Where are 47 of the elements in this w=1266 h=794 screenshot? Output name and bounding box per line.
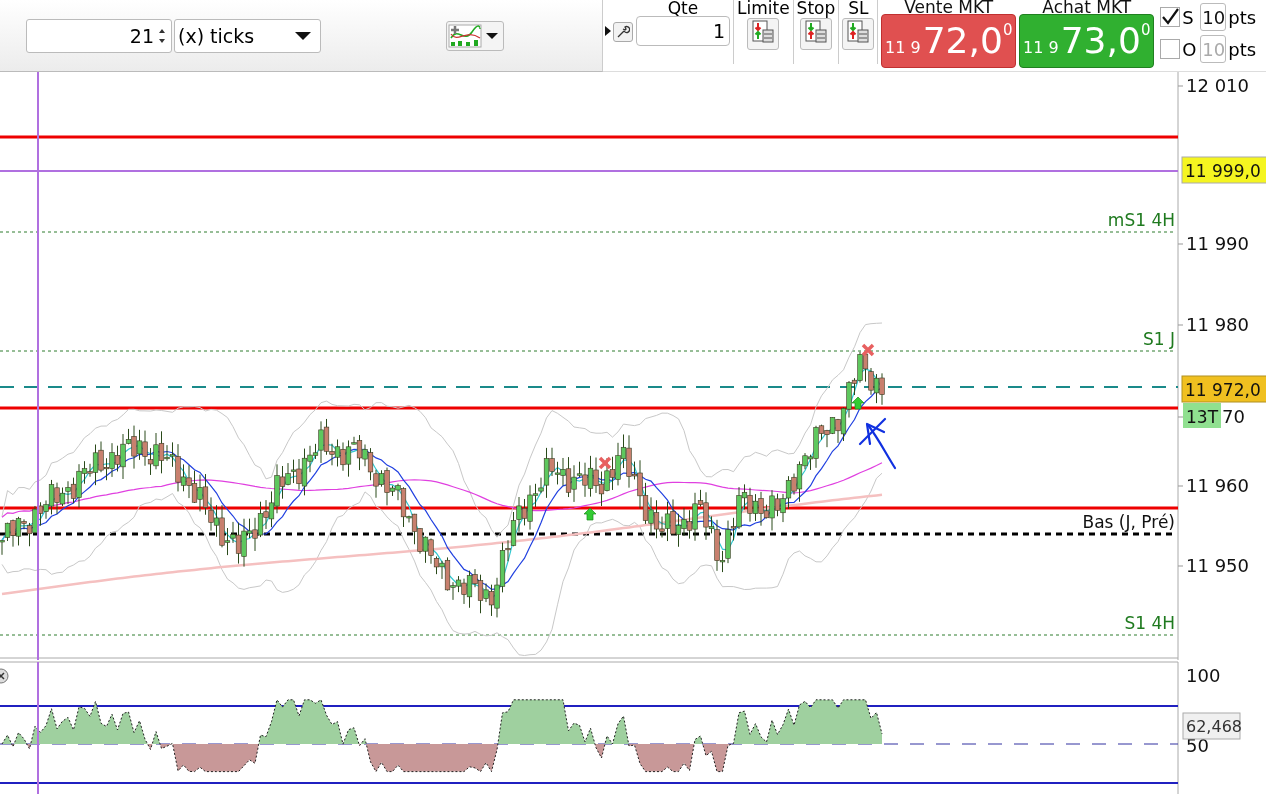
price-tag: 11 999,0 [1181,156,1266,184]
order-ticket-icon [846,20,871,44]
level-label: Bas (J, Pré) [1082,512,1175,532]
order-ticket-icon [803,20,828,44]
up-arrow-icon [583,507,597,521]
axis-tick-label: 11 980 [1186,314,1249,335]
option-label: S [1182,6,1195,28]
order-type-button[interactable] [799,18,832,50]
order-ticket-icon [751,20,776,44]
cross-marker-icon [861,343,875,357]
option-label: O [1182,38,1198,60]
level-label: S1 J [1142,329,1175,349]
hand-drawn-arrow-drawing [858,417,897,470]
up-arrow-icon [851,396,865,410]
order-type-label: Stop [796,0,836,16]
period-field[interactable]: 21 [26,18,172,53]
tick-count-badge: 13T [1183,403,1221,428]
quantity-field[interactable]: 1 [636,16,730,46]
axis-tick-label: 12 010 [1186,75,1249,96]
level-label: mS1 4H [1107,210,1175,230]
order-type-button[interactable] [842,18,875,50]
wrench-icon [616,25,630,39]
axis-tick-label: 70 [1222,406,1245,427]
unit-label: pts [1228,38,1257,60]
settings-button[interactable] [613,22,633,42]
order-type-label: Limite [737,0,790,16]
indicator-button[interactable] [446,20,504,51]
level-label: S1 4H [1124,613,1175,633]
axis-tick-label: 100 [1186,665,1221,686]
price-tag: 11 972,0 [1181,375,1266,403]
points-field[interactable]: 10 [1200,3,1227,31]
quantity-label: Qte [667,0,699,16]
chart-indicator-icon [448,23,482,48]
period-unit-dropdown[interactable]: (x) ticks [174,18,321,53]
close-icon[interactable] [0,668,9,684]
axis-tick-label: 11 960 [1186,475,1249,496]
checkbox[interactable] [1160,7,1181,27]
oscillator-reading: 62,468 [1182,712,1242,740]
cross-marker-icon [598,456,612,470]
axis-tick-label: 11 990 [1186,233,1249,254]
order-type-label: SL [848,0,869,16]
unit-label: pts [1228,6,1257,28]
order-type-button[interactable] [747,18,780,50]
caret-icon [294,30,312,41]
expand-arrow-icon[interactable] [605,26,611,36]
axis-tick-label: 11 950 [1186,555,1249,576]
caret-icon [485,31,499,40]
